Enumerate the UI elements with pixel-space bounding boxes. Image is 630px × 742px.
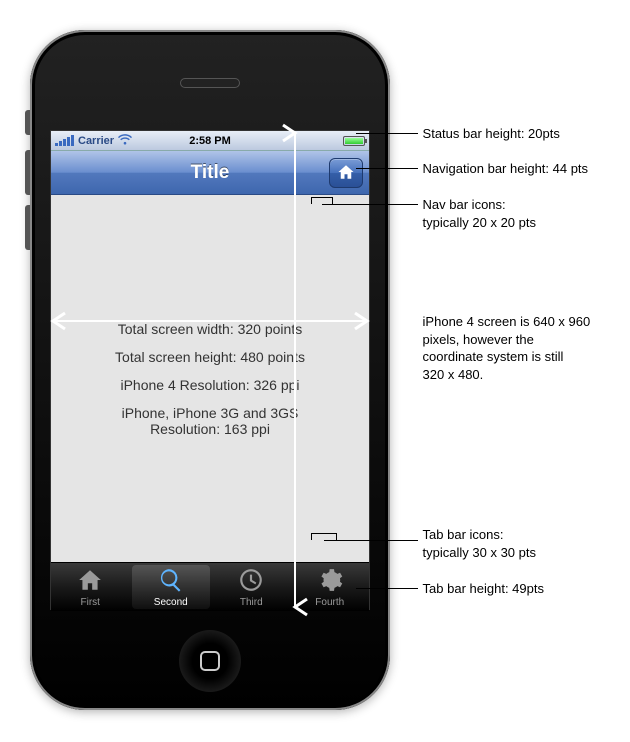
anno-status-bar: Status bar height: 20pts xyxy=(423,125,560,143)
content-line-resold: iPhone, iPhone 3G and 3GS Resolution: 16… xyxy=(122,405,299,437)
anno-line xyxy=(324,540,418,541)
wifi-icon xyxy=(118,134,132,148)
content-line-width: Total screen width: 320 points xyxy=(118,321,302,337)
tab-bar: First Second Third Fourth xyxy=(51,562,369,611)
clock-label: 2:58 PM xyxy=(189,135,231,147)
clock-icon xyxy=(238,567,264,596)
content-line-res4: iPhone 4 Resolution: 326 ppi xyxy=(120,377,299,393)
tab-third[interactable]: Third xyxy=(212,563,291,611)
anno-line xyxy=(356,168,418,169)
tab-label: Fourth xyxy=(315,597,344,608)
home-button[interactable] xyxy=(179,630,241,692)
anno-tab-icons: Tab bar icons: typically 30 x 30 pts xyxy=(423,526,536,561)
anno-line xyxy=(322,204,418,205)
home-icon xyxy=(77,567,103,596)
carrier-label: Carrier xyxy=(78,135,114,147)
navigation-bar: Title xyxy=(51,151,369,195)
tab-fourth[interactable]: Fourth xyxy=(291,563,370,611)
earpiece xyxy=(180,78,240,88)
gear-icon xyxy=(317,567,343,596)
anno-nav-icons: Nav bar icons: typically 20 x 20 pts xyxy=(423,196,536,231)
nav-title: Title xyxy=(191,162,230,184)
tab-label: Second xyxy=(154,597,188,608)
tab-label: First xyxy=(81,597,100,608)
tab-first[interactable]: First xyxy=(51,563,130,611)
anno-screen: iPhone 4 screen is 640 x 960 pixels, how… xyxy=(423,313,591,383)
search-icon xyxy=(158,567,184,596)
tab-label: Third xyxy=(240,597,263,608)
battery-icon xyxy=(343,136,365,146)
signal-icon xyxy=(55,135,74,146)
nav-icon-bracket xyxy=(311,197,333,204)
status-bar: Carrier 2:58 PM xyxy=(51,131,369,151)
anno-tab-bar: Tab bar height: 49pts xyxy=(423,580,544,598)
home-nav-button[interactable] xyxy=(329,158,363,188)
home-icon xyxy=(337,163,355,184)
anno-line xyxy=(356,588,418,589)
content-line-height: Total screen height: 480 points xyxy=(115,349,305,365)
anno-line xyxy=(356,133,418,134)
content-area: Total screen width: 320 points Total scr… xyxy=(51,195,369,562)
anno-nav-bar: Navigation bar height: 44 pts xyxy=(423,160,589,178)
tab-icon-bracket xyxy=(311,533,337,540)
iphone-body: Carrier 2:58 PM Title T xyxy=(30,30,390,710)
tab-second[interactable]: Second xyxy=(132,565,211,609)
